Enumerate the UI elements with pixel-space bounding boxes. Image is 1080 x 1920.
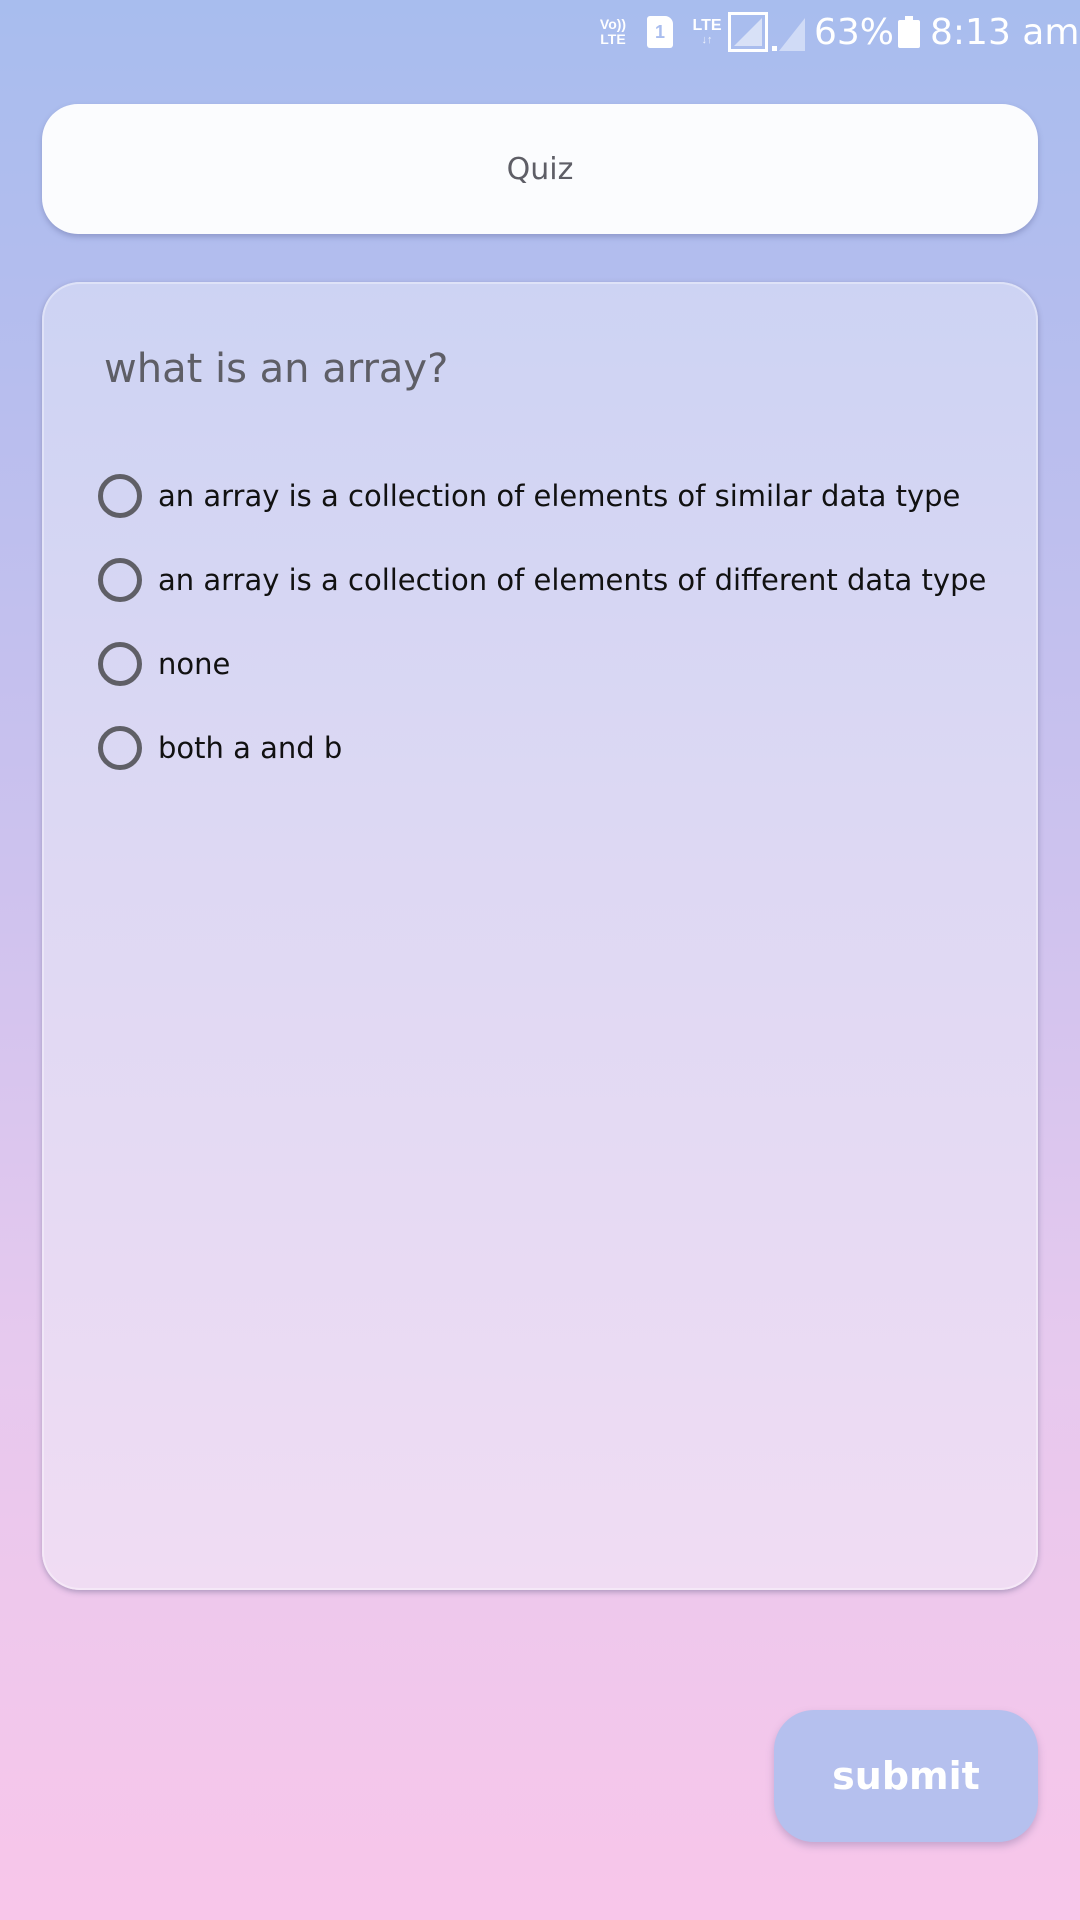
- answer-option-3[interactable]: none: [98, 622, 1018, 706]
- clock: 8:13 am: [930, 11, 1080, 53]
- answer-option-1[interactable]: an array is a collection of elements of …: [98, 454, 1018, 538]
- sim-icon: 1: [646, 0, 674, 64]
- network-arrows: ↓↑: [701, 34, 713, 46]
- answer-option-label: an array is a collection of elements of …: [158, 479, 961, 513]
- submit-button[interactable]: submit: [774, 1710, 1038, 1842]
- volte-bottom-label: LTE: [600, 31, 626, 47]
- radio-button[interactable]: [98, 726, 142, 770]
- radio-button[interactable]: [98, 558, 142, 602]
- status-bar: Vo)) LTE 1 LTE ↓↑ 63% 8:13 am: [0, 0, 1080, 64]
- page-title: Quiz: [506, 151, 574, 187]
- lte-icon: LTE ↓↑: [690, 0, 724, 64]
- answer-option-label: none: [158, 647, 231, 681]
- radio-button[interactable]: [98, 474, 142, 518]
- answer-option-label: both a and b: [158, 731, 343, 765]
- battery-icon: [896, 0, 922, 64]
- sim-slot-label: 1: [647, 16, 673, 48]
- answer-options: an array is a collection of elements of …: [98, 454, 1018, 790]
- quiz-header: Quiz: [42, 104, 1038, 234]
- volte-top-label: Vo)): [599, 16, 627, 32]
- network-label: LTE: [692, 17, 722, 34]
- answer-option-2[interactable]: an array is a collection of elements of …: [98, 538, 1018, 622]
- answer-option-label: an array is a collection of elements of …: [158, 563, 987, 597]
- volte-icon: Vo)) LTE: [596, 0, 630, 64]
- radio-button[interactable]: [98, 642, 142, 686]
- signal-icon: [772, 0, 806, 64]
- question-text: what is an array?: [104, 346, 449, 392]
- answer-option-4[interactable]: both a and b: [98, 706, 1018, 790]
- signal-icon: [728, 0, 770, 64]
- question-card: what is an array? an array is a collecti…: [42, 282, 1038, 1590]
- battery-percent: 63%: [814, 11, 895, 53]
